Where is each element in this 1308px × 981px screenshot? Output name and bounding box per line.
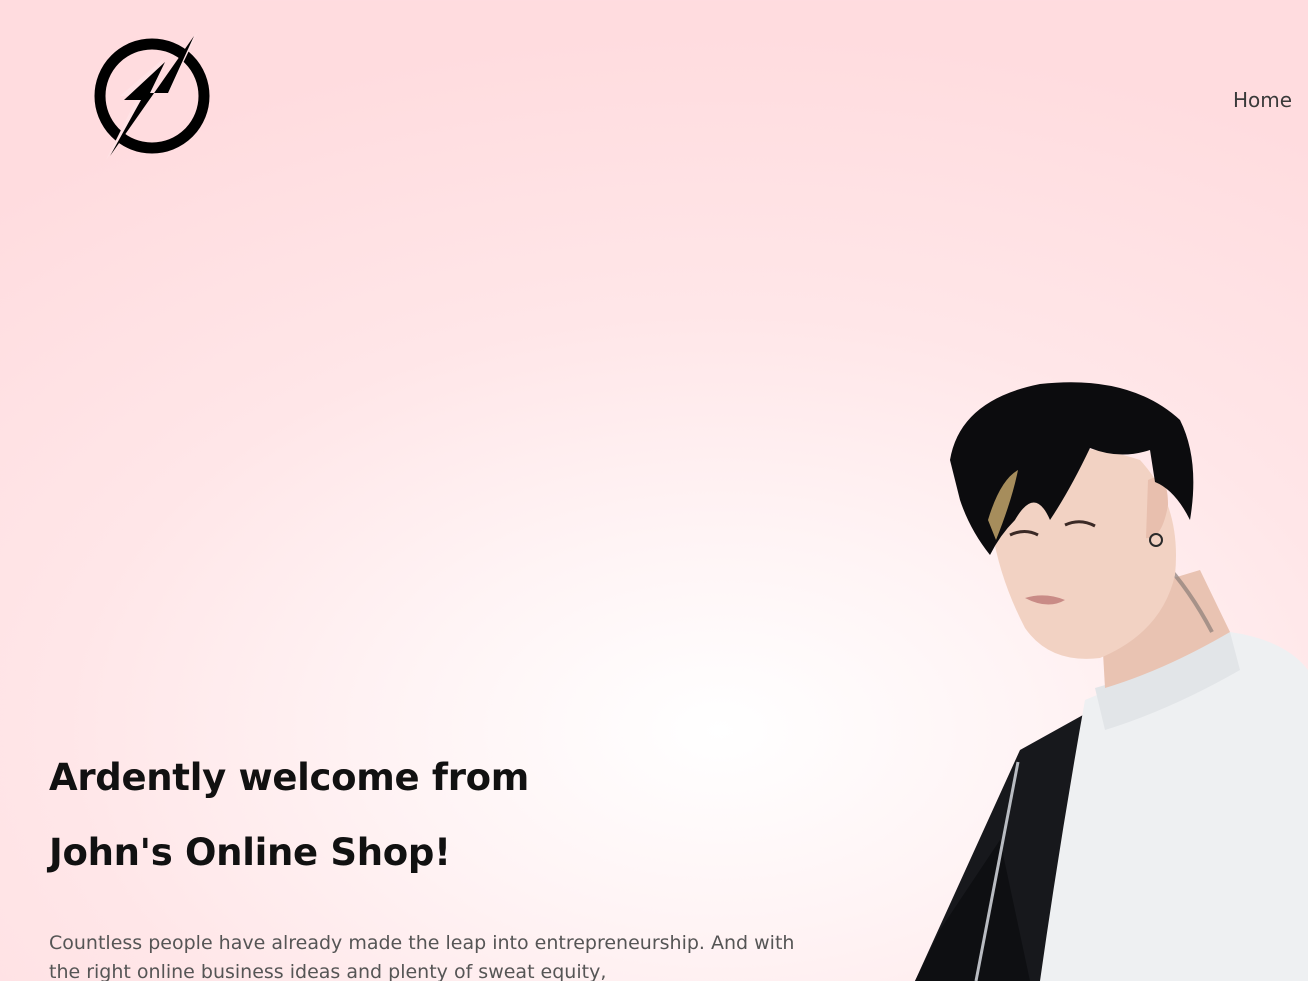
model-portrait-image bbox=[915, 382, 1308, 981]
hero-title: Ardently welcome from John's Online Shop… bbox=[49, 740, 529, 890]
hero-title-line-2: John's Online Shop! bbox=[49, 831, 451, 874]
logo-link[interactable] bbox=[86, 30, 218, 162]
hero-description: Countless people have already made the l… bbox=[49, 932, 795, 981]
nav-home-link[interactable]: Home bbox=[1233, 88, 1292, 112]
hero-title-line-1: Ardently welcome from bbox=[49, 756, 530, 799]
lightning-bolt-circle-icon bbox=[94, 32, 210, 160]
